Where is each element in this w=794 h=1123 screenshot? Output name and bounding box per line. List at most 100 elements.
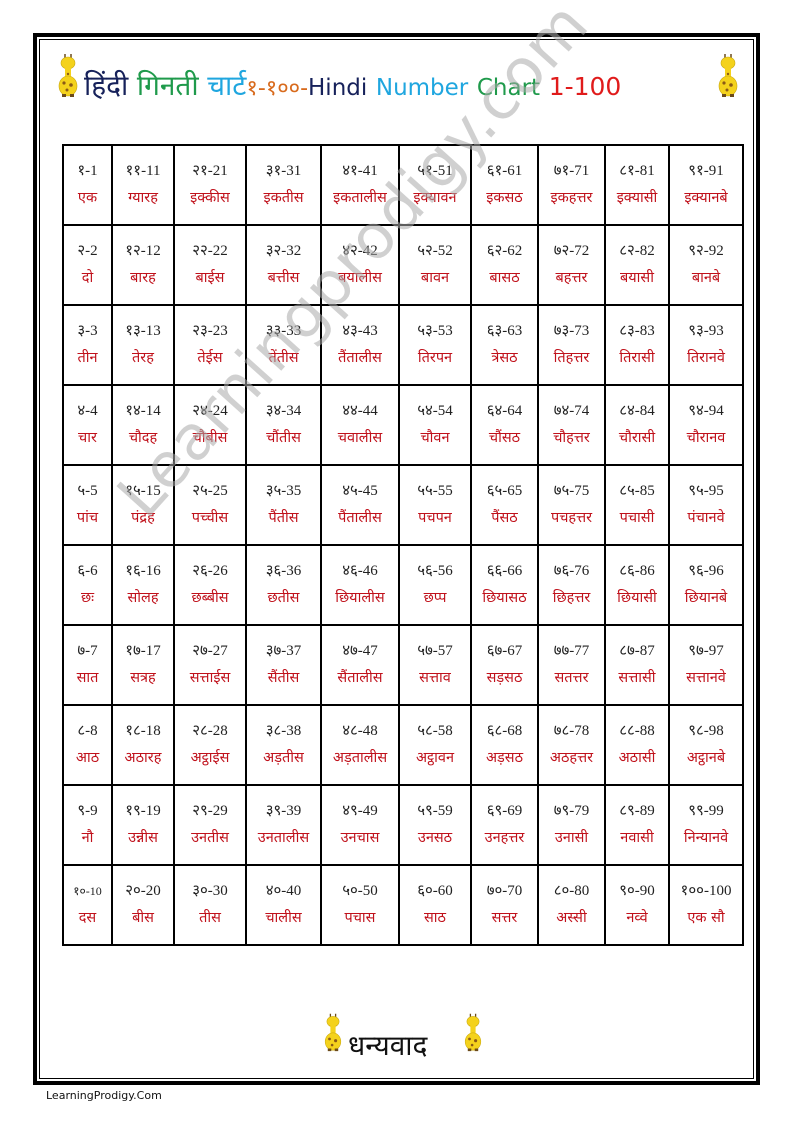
number-cell: ३८-38 अड़तीस: [245, 704, 322, 786]
number-word: इक्यानबे: [684, 190, 728, 206]
number-label: ९१-91: [688, 163, 724, 179]
number-cell: ८२-82 बयासी: [604, 224, 670, 306]
number-cell: ५०-50 पचास: [320, 864, 400, 946]
number-cell: ६७-67 सड़सठ: [470, 624, 539, 706]
number-label: ४८-48: [342, 723, 378, 739]
number-label: ३३-33: [265, 323, 302, 339]
footer-site-name: LearningProdigy.Com: [46, 1089, 162, 1102]
number-word: उनचास: [340, 830, 380, 846]
number-word: चौंतीस: [266, 430, 301, 446]
number-label: ७९-79: [553, 803, 590, 819]
number-cell: ८८-88 अठासी: [604, 704, 670, 786]
table-row: ९-9 नौ १९-19 उन्नीस २९-29 उनतीस ३९-39 उनतालीस ४९…: [62, 784, 744, 866]
number-label: ४३-43: [342, 323, 378, 339]
number-label: ३७-37: [265, 643, 302, 659]
number-cell: ९४-94 चौरानव: [668, 384, 744, 466]
number-cell: ३१-31 इकतीस: [245, 144, 322, 226]
number-label: ४-4: [77, 403, 98, 419]
number-label: ५३-53: [417, 323, 453, 339]
number-word: दो: [81, 270, 94, 286]
number-word: तिरासी: [619, 350, 655, 366]
number-label: ३९-39: [265, 803, 302, 819]
number-cell: ६-6 छः: [62, 544, 113, 626]
number-label: ५९-59: [417, 803, 453, 819]
title-english-chart: Chart: [476, 75, 541, 101]
number-label: ८४-84: [619, 403, 655, 419]
number-label: ६३-63: [486, 323, 523, 339]
number-label: २२-22: [192, 243, 228, 259]
number-word: चार: [78, 430, 97, 446]
number-word: चौबीस: [192, 430, 228, 446]
number-label: ३५-35: [265, 483, 302, 499]
number-label: १००-100: [680, 883, 732, 899]
number-label: २-2: [77, 243, 98, 259]
number-word: आठ: [75, 750, 100, 766]
number-word: इकसठ: [486, 190, 523, 206]
number-word: बाईस: [195, 270, 225, 286]
number-cell: ७९-79 उनासी: [537, 784, 606, 866]
number-word: चौरानव: [686, 430, 726, 446]
number-word: तेईस: [197, 350, 223, 366]
number-word: पैंसठ: [491, 510, 518, 526]
number-label: ७८-78: [553, 723, 590, 739]
number-cell: ५२-52 बावन: [398, 224, 472, 306]
number-cell: १७-17 सत्रह: [111, 624, 175, 706]
number-cell: ९-9 नौ: [62, 784, 113, 866]
number-label: ७३-73: [553, 323, 590, 339]
number-word: अड़सठ: [485, 750, 524, 766]
number-cell: १०-10 दस: [62, 864, 113, 946]
number-cell: ५७-57 सत्ताव: [398, 624, 472, 706]
number-word: अट्ठावन: [415, 750, 455, 766]
number-label: ४४-44: [342, 403, 378, 419]
number-cell: ९८-98 अट्ठानबे: [668, 704, 744, 786]
number-cell: २१-21 इक्कीस: [173, 144, 247, 226]
number-label: ५६-56: [417, 563, 453, 579]
thanks-section: धन्यवाद: [318, 1010, 488, 1070]
number-cell: ४४-44 चवालीस: [320, 384, 400, 466]
giraffe-icon: [322, 1012, 344, 1052]
number-cell: ८५-85 पचासी: [604, 464, 670, 546]
title-english-range: 1-100: [548, 72, 622, 101]
title-range-devanagari: १-१००-: [246, 76, 309, 101]
title-hindi: हिंदी: [84, 69, 129, 102]
number-label: ७-7: [77, 643, 98, 659]
number-chart-table: १-1 एक ११-11 ग्यारह २१-21 इक्कीस ३१-31 इकतीस ४१-…: [62, 144, 744, 946]
number-word: सत्ताव: [419, 670, 451, 686]
giraffe-icon: [56, 52, 80, 98]
number-word: नवासी: [620, 830, 654, 846]
number-word: सत्तर: [491, 910, 518, 926]
number-cell: २०-20 बीस: [111, 864, 175, 946]
number-word: तिहत्तर: [553, 350, 590, 366]
number-word: अठासी: [618, 750, 656, 766]
number-label: ७०-70: [486, 883, 523, 899]
number-label: ५५-55: [417, 483, 453, 499]
number-cell: ६६-66 छियासठ: [470, 544, 539, 626]
number-cell: ४१-41 इकतालीस: [320, 144, 400, 226]
number-cell: २४-24 चौबीस: [173, 384, 247, 466]
table-row: २-2 दो १२-12 बारह २२-22 बाईस ३२-32 बत्तीस ४२-42 ब…: [62, 224, 744, 306]
number-cell: ९०-90 नव्वे: [604, 864, 670, 946]
number-word: बत्तीस: [267, 270, 300, 286]
number-word: बीस: [132, 910, 154, 926]
number-cell: २-2 दो: [62, 224, 113, 306]
number-cell: ४६-46 छियालीस: [320, 544, 400, 626]
number-word: चौरासी: [618, 430, 656, 446]
number-label: ३८-38: [265, 723, 302, 739]
number-label: ६१-61: [486, 163, 523, 179]
number-cell: ६०-60 साठ: [398, 864, 472, 946]
number-label: २३-23: [192, 323, 228, 339]
number-label: ३१-31: [265, 163, 302, 179]
thanks-text: धन्यवाद: [348, 1029, 428, 1062]
number-word: सत्रह: [130, 670, 156, 686]
number-cell: ८४-84 चौरासी: [604, 384, 670, 466]
number-cell: १२-12 बारह: [111, 224, 175, 306]
number-label: १९-19: [125, 803, 161, 819]
number-cell: ८१-81 इक्यासी: [604, 144, 670, 226]
number-word: उनतालीस: [257, 830, 310, 846]
number-cell: ७-7 सात: [62, 624, 113, 706]
number-label: ४१-41: [342, 163, 378, 179]
number-label: ६२-62: [486, 243, 523, 259]
number-word: चौदह: [128, 430, 158, 446]
number-label: ६९-69: [486, 803, 523, 819]
table-row: ७-7 सात १७-17 सत्रह २७-27 सत्ताईस ३७-37 सैंतीस ४…: [62, 624, 744, 706]
